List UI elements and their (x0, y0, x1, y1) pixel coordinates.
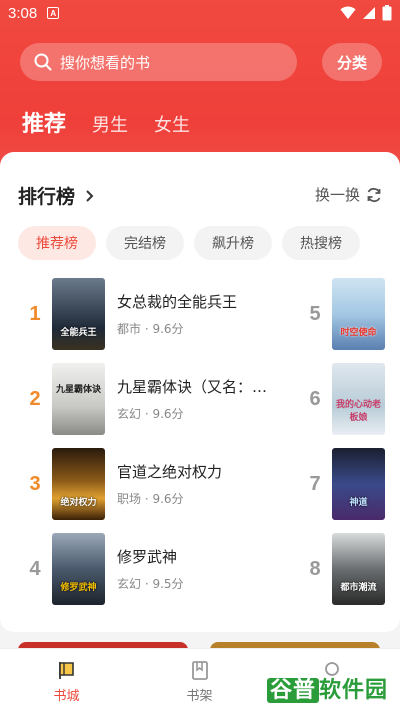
ranking-title[interactable]: 排行榜 (18, 182, 95, 209)
book-meta: 玄幻 · 9.5分 (117, 577, 184, 591)
book-meta: 都市 · 9.6分 (117, 322, 184, 336)
search-icon (34, 53, 52, 71)
book-item[interactable]: 3 绝对权力 官道之绝对权力 职场 · 9.6分 (20, 448, 287, 520)
book-item[interactable]: 1 全能兵王 女总裁的全能兵王 都市 · 9.6分 (20, 278, 287, 350)
pill-recommend[interactable]: 推荐榜 (18, 226, 96, 260)
chevron-right-icon (86, 189, 94, 202)
rank-number: 6 (309, 387, 321, 410)
book-item[interactable]: 7 神道 (300, 448, 385, 520)
tab-recommend[interactable]: 推荐 (22, 106, 66, 138)
rank-number: 7 (309, 472, 321, 495)
book-cover: 修罗武神 (52, 533, 105, 605)
book-item[interactable]: 8 都市潮流 (300, 533, 385, 605)
rank-number: 4 (29, 557, 41, 580)
search-placeholder: 搜你想看的书 (60, 53, 151, 72)
rank-number: 8 (309, 557, 321, 580)
rank-number: 1 (29, 302, 41, 325)
refresh-icon (367, 187, 381, 202)
nav-bookstore-label: 书城 (53, 689, 80, 704)
book-title: 女总裁的全能兵王 (117, 293, 238, 311)
wifi-icon (340, 6, 356, 19)
book-item[interactable]: 6 我的心动老板娘 (300, 363, 385, 435)
book-item[interactable]: 4 修罗武神 修罗武神 玄幻 · 9.5分 (20, 533, 287, 605)
nav-bookshelf-label: 书架 (186, 689, 213, 704)
book-title: 官道之绝对权力 (117, 463, 223, 481)
signal-icon (363, 7, 375, 19)
pill-hot-search[interactable]: 热搜榜 (282, 226, 360, 260)
bookstore-icon (58, 662, 74, 679)
status-time: 3:08 (8, 4, 38, 22)
category-button[interactable]: 分类 (322, 43, 382, 81)
book-cover: 我的心动老板娘 (332, 363, 385, 435)
book-cover: 全能兵王 (52, 278, 105, 350)
book-item[interactable]: 5 时空使命 (300, 278, 385, 350)
book-cover: 神道 (332, 448, 385, 520)
battery-icon (382, 5, 392, 21)
tab-female[interactable]: 女生 (154, 111, 190, 137)
book-cover: 时空使命 (332, 278, 385, 350)
notification-icon: A (47, 7, 60, 19)
book-title: 修罗武神 (117, 548, 178, 566)
ranking-card: 排行榜 换一换 推荐榜 完结榜 飙升榜 热搜榜 1 全能兵王 女总裁的全能兵王 … (0, 152, 400, 632)
nav-bookstore[interactable]: 书城 (0, 649, 133, 712)
book-meta: 职场 · 9.6分 (117, 492, 184, 506)
watermark-logo: 谷普 软件园 (266, 672, 388, 704)
refresh-label: 换一换 (314, 186, 360, 204)
book-cover: 都市潮流 (332, 533, 385, 605)
bookshelf-icon (191, 661, 208, 680)
ranking-title-text: 排行榜 (18, 186, 76, 208)
nav-bookshelf[interactable]: 书架 (133, 649, 266, 712)
book-title: 九星霸体诀（又名：… (117, 378, 268, 396)
book-cover: 九星霸体诀 (52, 363, 105, 435)
ranking-tabs: 推荐榜 完结榜 飙升榜 热搜榜 (18, 226, 360, 260)
channel-tabs: 推荐 男生 女生 (22, 106, 216, 138)
rank-number: 3 (29, 472, 41, 495)
pill-completed[interactable]: 完结榜 (106, 226, 184, 260)
book-cover: 绝对权力 (52, 448, 105, 520)
pill-rising[interactable]: 飙升榜 (194, 226, 272, 260)
book-meta: 玄幻 · 9.6分 (117, 407, 184, 421)
status-bar: 3:08 A (0, 0, 400, 26)
book-item[interactable]: 2 九星霸体诀 九星霸体诀（又名：… 玄幻 · 9.6分 (20, 363, 287, 435)
rank-number: 2 (29, 387, 41, 410)
search-bar[interactable]: 搜你想看的书 (20, 43, 297, 81)
tab-male[interactable]: 男生 (92, 111, 128, 137)
rank-number: 5 (309, 302, 321, 325)
refresh-button[interactable]: 换一换 (315, 184, 382, 205)
